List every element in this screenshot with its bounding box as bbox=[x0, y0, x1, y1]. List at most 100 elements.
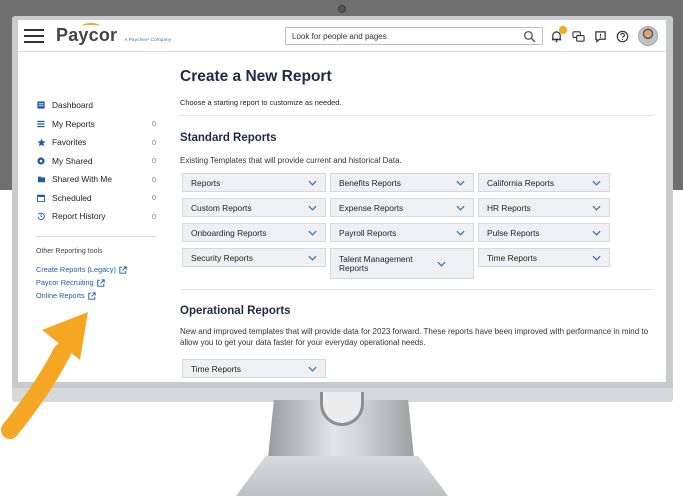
dropdown-pulse-reports[interactable]: Pulse Reports bbox=[478, 223, 610, 242]
bell-icon[interactable] bbox=[550, 25, 567, 43]
search-input[interactable]: Look for people and pages bbox=[285, 27, 543, 45]
dropdown-custom-reports[interactable]: Custom Reports bbox=[182, 198, 326, 217]
help-icon[interactable] bbox=[616, 30, 629, 43]
title-divider bbox=[180, 115, 654, 116]
chevron-down-icon bbox=[308, 205, 317, 211]
dropdown-payroll-reports[interactable]: Payroll Reports bbox=[330, 223, 474, 242]
dropdown-label: Security Reports bbox=[191, 252, 253, 263]
link-label: Create Reports (Legacy) bbox=[36, 265, 116, 274]
app-screen: Paycor A Paychex² Company Look for peopl… bbox=[18, 20, 666, 382]
dropdown-label: Benefits Reports bbox=[339, 177, 401, 188]
chevron-down-icon bbox=[592, 205, 601, 211]
dropdown-hr-reports[interactable]: HR Reports bbox=[478, 198, 610, 217]
search-icon[interactable] bbox=[523, 30, 536, 43]
dropdown-operational-time-reports[interactable]: Time Reports bbox=[182, 359, 326, 378]
sidebar-item-count: 0 bbox=[151, 137, 156, 147]
section-divider bbox=[180, 289, 654, 290]
sidebar-item-count: 0 bbox=[151, 156, 156, 166]
folder-icon bbox=[36, 174, 46, 184]
dropdown-label: Reports bbox=[191, 177, 221, 188]
logo-swoosh bbox=[82, 23, 100, 29]
dropdown-label: Pulse Reports bbox=[487, 227, 540, 238]
dropdown-label: HR Reports bbox=[487, 202, 531, 213]
dropdown-expense-reports[interactable]: Expense Reports bbox=[330, 198, 474, 217]
sidebar-divider bbox=[36, 236, 156, 237]
standard-reports-title: Standard Reports bbox=[180, 132, 277, 144]
chevron-down-icon bbox=[456, 205, 465, 211]
standard-reports-grid: Reports Benefits Reports California Repo… bbox=[182, 173, 622, 279]
dropdown-label: Expense Reports bbox=[339, 202, 404, 213]
sidebar-item-shared-with-me[interactable]: Shared With Me 0 bbox=[36, 170, 156, 189]
sidebar-item-label: My Shared bbox=[52, 155, 93, 166]
sidebar-item-dashboard[interactable]: Dashboard bbox=[36, 96, 156, 115]
chevron-down-icon bbox=[592, 230, 601, 236]
sidebar-item-label: Report History bbox=[52, 211, 106, 222]
dropdown-california-reports[interactable]: California Reports bbox=[478, 173, 610, 192]
link-create-reports-legacy[interactable]: Create Reports (Legacy) bbox=[36, 263, 127, 276]
history-icon bbox=[36, 211, 46, 221]
sidebar-item-report-history[interactable]: Report History 0 bbox=[36, 207, 156, 226]
chevron-down-icon bbox=[308, 366, 317, 372]
paycor-logo[interactable]: Paycor A Paychex² Company bbox=[56, 23, 172, 46]
chevron-down-icon bbox=[437, 261, 446, 267]
dropdown-reports[interactable]: Reports bbox=[182, 173, 326, 192]
hamburger-menu-icon[interactable] bbox=[24, 28, 44, 43]
arrow-icon bbox=[1, 312, 88, 439]
sidebar-item-label: Scheduled bbox=[52, 192, 92, 203]
reporting-tools: Create Reports (Legacy) Paycor Recruitin… bbox=[36, 263, 127, 302]
dropdown-label: Onboarding Reports bbox=[191, 227, 267, 238]
sidebar-item-label: Shared With Me bbox=[52, 174, 113, 185]
sidebar-item-label: Dashboard bbox=[52, 100, 93, 111]
sidebar-item-count: 0 bbox=[151, 119, 156, 129]
chevron-down-icon bbox=[592, 255, 601, 261]
dropdown-onboarding-reports[interactable]: Onboarding Reports bbox=[182, 223, 326, 242]
page-title: Create a New Report bbox=[180, 68, 332, 85]
search-placeholder: Look for people and pages bbox=[292, 31, 387, 41]
message-icon[interactable] bbox=[594, 30, 607, 43]
sidebar-item-count: 0 bbox=[151, 174, 156, 184]
chevron-down-icon bbox=[308, 180, 317, 186]
chevron-down-icon bbox=[456, 230, 465, 236]
standard-reports-desc: Existing Templates that will provide cur… bbox=[180, 156, 402, 165]
external-link-icon bbox=[96, 278, 105, 287]
sidebar-item-my-reports[interactable]: My Reports 0 bbox=[36, 115, 156, 134]
dropdown-talent-management-reports[interactable]: Talent Management Reports bbox=[330, 248, 474, 279]
sidebar-item-my-shared[interactable]: My Shared 0 bbox=[36, 152, 156, 171]
sidebar-item-favorites[interactable]: Favorites 0 bbox=[36, 133, 156, 152]
link-online-reports[interactable]: Online Reports bbox=[36, 289, 127, 302]
sidebar-item-count: 0 bbox=[151, 211, 156, 221]
chevron-down-icon bbox=[456, 180, 465, 186]
dropdown-label: California Reports bbox=[487, 177, 555, 188]
logo-tagline: A Paychex² Company bbox=[124, 37, 172, 42]
dropdown-label: Payroll Reports bbox=[339, 227, 397, 238]
sidebar-item-label: Favorites bbox=[52, 137, 87, 148]
sidebar-item-scheduled[interactable]: Scheduled 0 bbox=[36, 189, 156, 208]
share-icon bbox=[36, 156, 46, 166]
chevron-down-icon bbox=[308, 230, 317, 236]
dropdown-benefits-reports[interactable]: Benefits Reports bbox=[330, 173, 474, 192]
dropdown-security-reports[interactable]: Security Reports bbox=[182, 248, 326, 267]
external-link-icon bbox=[87, 291, 96, 300]
page-subtitle: Choose a starting report to customize as… bbox=[180, 98, 342, 107]
sidebar-item-count: 0 bbox=[151, 193, 156, 203]
main-content: Create a New Report Choose a starting re… bbox=[180, 53, 654, 382]
dropdown-label: Talent Management Reports bbox=[339, 253, 413, 273]
notification-badge bbox=[559, 25, 567, 34]
header-icons bbox=[550, 24, 658, 48]
tools-title: Other Reporting tools bbox=[36, 248, 103, 255]
dropdown-time-reports[interactable]: Time Reports bbox=[478, 248, 610, 267]
link-paycor-recruiting[interactable]: Paycor Recruiting bbox=[36, 276, 127, 289]
sidebar-nav: Dashboard My Reports 0 Favorites 0 My Sh… bbox=[36, 96, 156, 226]
avatar[interactable] bbox=[638, 26, 658, 46]
list-icon bbox=[36, 119, 46, 129]
operational-reports-desc: New and improved templates that will pro… bbox=[180, 327, 649, 347]
webcam bbox=[338, 5, 346, 13]
dropdown-label: Time Reports bbox=[191, 363, 241, 374]
monitor-base bbox=[236, 456, 448, 496]
link-label: Online Reports bbox=[36, 291, 85, 300]
chevron-down-icon bbox=[592, 180, 601, 186]
chevron-down-icon bbox=[308, 255, 317, 261]
star-icon bbox=[36, 137, 46, 147]
chat-icon[interactable] bbox=[572, 30, 585, 43]
calendar-icon bbox=[36, 193, 46, 203]
